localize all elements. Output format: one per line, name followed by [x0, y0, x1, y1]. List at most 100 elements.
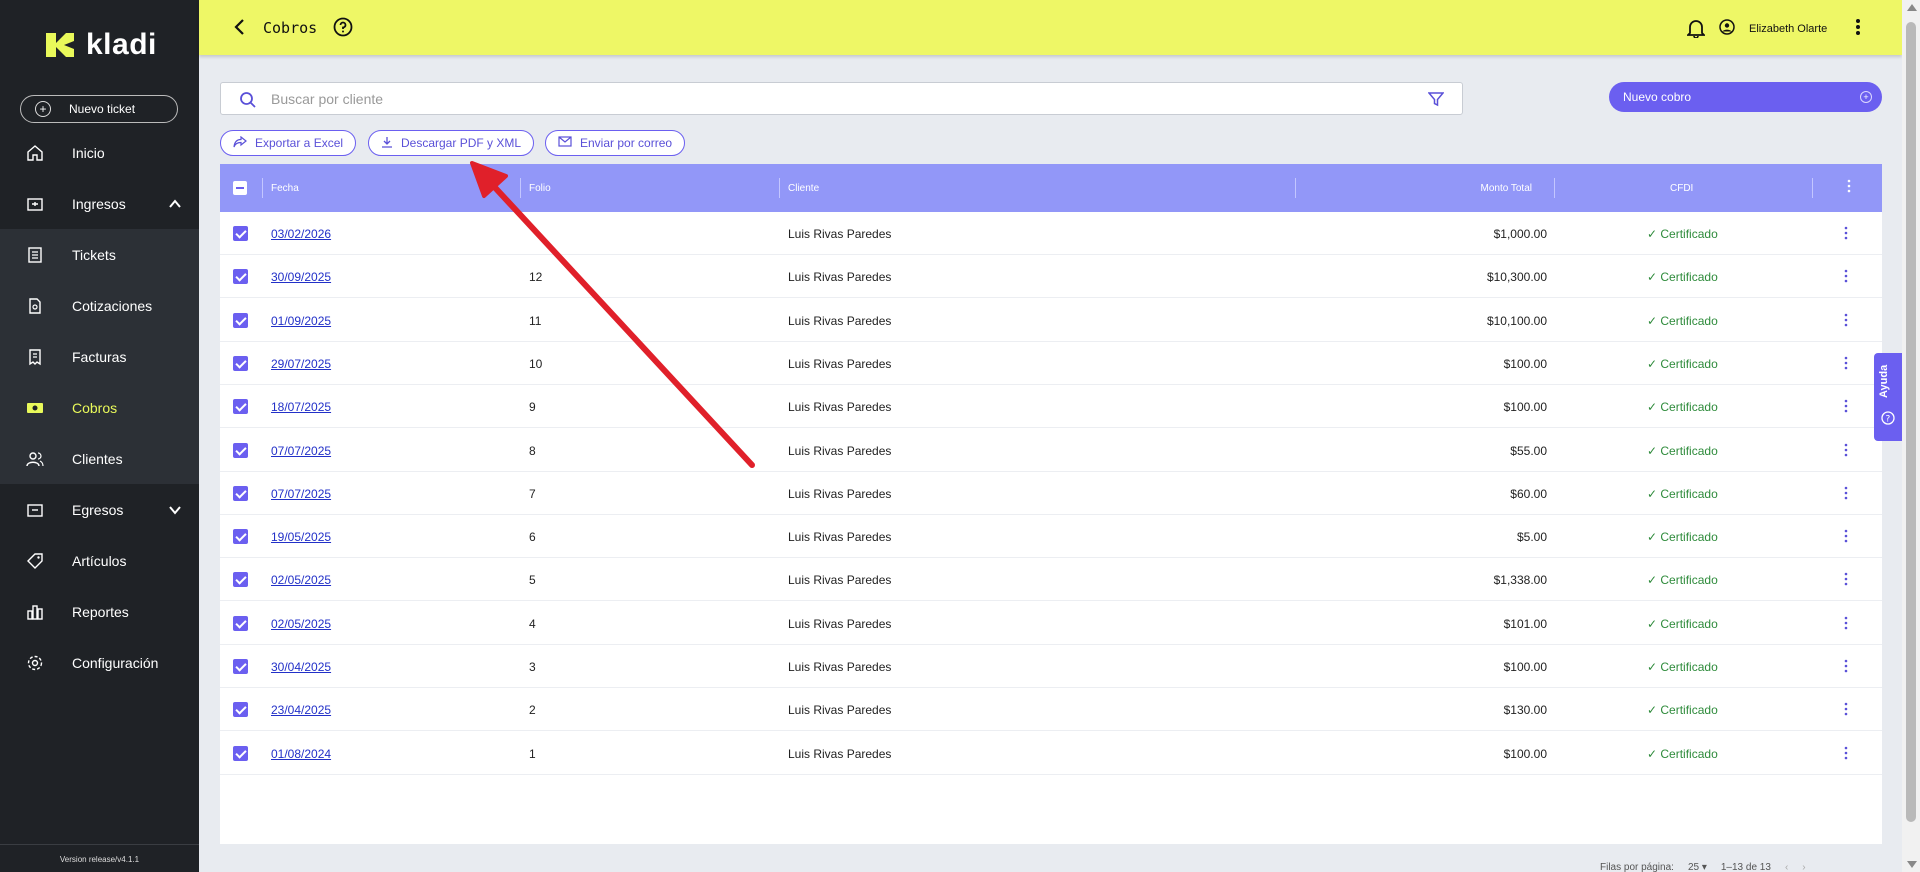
- row-fecha-link[interactable]: 01/09/2025: [271, 314, 331, 328]
- table-row[interactable]: 01/09/2025 11 Luis Rivas Paredes $10,100.00…: [220, 299, 1882, 342]
- row-checkbox[interactable]: [233, 745, 248, 761]
- table-header: Fecha Folio Cliente Monto Total CFDI: [220, 164, 1882, 212]
- previous-page-icon[interactable]: ‹: [1785, 862, 1788, 872]
- sidebar-item-inicio[interactable]: Inicio: [0, 127, 199, 178]
- sidebar-item-ingresos[interactable]: Ingresos: [0, 178, 199, 229]
- table-row[interactable]: 30/09/2025 12 Luis Rivas Paredes $10,300.00…: [220, 255, 1882, 299]
- row-checkbox[interactable]: [233, 442, 248, 458]
- rows-per-page-select[interactable]: 25 ▾: [1688, 862, 1707, 872]
- row-options-icon[interactable]: [1844, 269, 1848, 286]
- table-row[interactable]: 03/02/2026 Luis Rivas Paredes $1,000.00 ✓ C…: [220, 212, 1882, 255]
- row-fecha-link[interactable]: 19/05/2025: [271, 530, 331, 544]
- sidebar-item-reportes[interactable]: Reportes: [0, 586, 199, 637]
- row-checkbox[interactable]: [233, 312, 248, 328]
- row-options-icon[interactable]: [1844, 226, 1848, 243]
- row-checkbox[interactable]: [233, 485, 248, 501]
- sidebar-item-cotizaciones[interactable]: Cotizaciones: [0, 280, 199, 331]
- more-options-icon[interactable]: [1855, 17, 1861, 42]
- row-fecha-link[interactable]: 01/08/2024: [271, 747, 331, 761]
- row-options-icon[interactable]: [1844, 659, 1848, 676]
- row-options-icon[interactable]: [1844, 529, 1848, 546]
- back-arrow-icon[interactable]: [233, 18, 247, 41]
- new-cobro-button[interactable]: Nuevo cobro +: [1609, 82, 1882, 112]
- scroll-up-icon[interactable]: [1907, 4, 1917, 11]
- filter-icon[interactable]: [1427, 91, 1445, 112]
- row-fecha-link[interactable]: 23/04/2025: [271, 703, 331, 717]
- column-folio[interactable]: Folio: [529, 183, 551, 194]
- table-row[interactable]: 01/08/2024 1 Luis Rivas Paredes $100.00 ✓ Ce…: [220, 732, 1882, 775]
- row-options-icon[interactable]: [1844, 313, 1848, 330]
- row-options-icon[interactable]: [1844, 616, 1848, 633]
- sidebar-item-configuracion[interactable]: Configuración: [0, 637, 199, 688]
- row-checkbox[interactable]: [233, 615, 248, 631]
- check-icon: ✓: [1647, 486, 1661, 501]
- sidebar-item-cobros[interactable]: Cobros: [0, 382, 199, 433]
- row-options-icon[interactable]: [1844, 572, 1848, 589]
- row-checkbox[interactable]: [233, 572, 248, 588]
- column-fecha[interactable]: Fecha: [271, 183, 299, 194]
- sidebar-item-tickets[interactable]: Tickets: [0, 229, 199, 280]
- row-options-icon[interactable]: [1844, 486, 1848, 503]
- row-fecha-link[interactable]: 07/07/2025: [271, 487, 331, 501]
- export-excel-button[interactable]: Exportar a Excel: [220, 130, 357, 156]
- select-all-checkbox[interactable]: [233, 181, 247, 195]
- table-row[interactable]: 02/05/2025 4 Luis Rivas Paredes $101.00 ✓ Ce…: [220, 602, 1882, 645]
- page-scrollbar[interactable]: [1902, 0, 1920, 872]
- table-row[interactable]: 19/05/2025 6 Luis Rivas Paredes $5.00 ✓ Cert…: [220, 515, 1882, 559]
- row-folio: 3: [529, 660, 536, 674]
- scroll-thumb[interactable]: [1906, 22, 1916, 822]
- sidebar-item-clientes[interactable]: Clientes: [0, 433, 199, 484]
- row-fecha-link[interactable]: 02/05/2025: [271, 573, 331, 587]
- table-row[interactable]: 02/05/2025 5 Luis Rivas Paredes $1,338.00 ✓ …: [220, 558, 1882, 602]
- gear-icon: [26, 654, 44, 672]
- row-checkbox[interactable]: [233, 529, 248, 545]
- row-checkbox[interactable]: [233, 399, 248, 415]
- row-checkbox[interactable]: [233, 659, 248, 674]
- row-options-icon[interactable]: [1844, 399, 1848, 416]
- row-options-icon[interactable]: [1844, 746, 1848, 763]
- table-row[interactable]: 23/04/2025 2 Luis Rivas Paredes $130.00 ✓ Ce…: [220, 688, 1882, 732]
- table-row[interactable]: 07/07/2025 7 Luis Rivas Paredes $60.00 ✓ Cer…: [220, 472, 1882, 515]
- sidebar-item-egresos[interactable]: Egresos: [0, 484, 199, 535]
- new-ticket-button[interactable]: + Nuevo ticket: [20, 95, 178, 123]
- row-options-icon[interactable]: [1844, 702, 1848, 719]
- next-page-icon[interactable]: ›: [1802, 862, 1805, 872]
- row-fecha-link[interactable]: 18/07/2025: [271, 400, 331, 414]
- search-input[interactable]: [271, 89, 1371, 109]
- check-icon: ✓: [1647, 400, 1661, 415]
- help-tab[interactable]: Ayuda ?: [1874, 353, 1902, 441]
- column-options-icon[interactable]: [1847, 179, 1851, 196]
- row-cliente: Luis Rivas Paredes: [788, 227, 892, 241]
- column-cfdi[interactable]: CFDI: [1670, 183, 1693, 194]
- row-fecha-link[interactable]: 07/07/2025: [271, 444, 331, 458]
- sidebar-item-facturas[interactable]: Facturas: [0, 331, 199, 382]
- row-fecha-link[interactable]: 29/07/2025: [271, 357, 331, 371]
- row-checkbox[interactable]: [233, 702, 248, 718]
- user-account-icon[interactable]: [1719, 19, 1735, 40]
- row-fecha-link[interactable]: 02/05/2025: [271, 617, 331, 631]
- row-checkbox[interactable]: [233, 355, 248, 371]
- user-name[interactable]: Elizabeth Olarte: [1749, 23, 1827, 35]
- column-monto-total[interactable]: Monto Total: [1332, 183, 1532, 194]
- help-icon[interactable]: [333, 17, 353, 42]
- table-row[interactable]: 07/07/2025 8 Luis Rivas Paredes $55.00 ✓ Cer…: [220, 429, 1882, 472]
- table-row[interactable]: 30/04/2025 3 Luis Rivas Paredes $100.00 ✓ Ce…: [220, 645, 1882, 688]
- send-email-button[interactable]: Enviar por correo: [545, 130, 686, 156]
- row-fecha-link[interactable]: 30/04/2025: [271, 660, 331, 674]
- row-fecha-link[interactable]: 03/02/2026: [271, 227, 331, 241]
- sidebar-item-articulos[interactable]: Artículos: [0, 535, 199, 586]
- row-checkbox[interactable]: [233, 226, 248, 241]
- download-pdf-xml-button[interactable]: Descargar PDF y XML: [368, 130, 535, 156]
- scroll-down-icon[interactable]: [1907, 861, 1917, 868]
- row-options-icon[interactable]: [1844, 443, 1848, 460]
- row-fecha-link[interactable]: 30/09/2025: [271, 270, 331, 284]
- row-checkbox[interactable]: [233, 269, 248, 285]
- row-options-icon[interactable]: [1844, 356, 1848, 373]
- sidebar: kladi + Nuevo ticket Inicio Ingresos Tic…: [0, 0, 199, 872]
- payments-icon: [26, 399, 44, 417]
- table-row[interactable]: 18/07/2025 9 Luis Rivas Paredes $100.00 ✓ Ce…: [220, 385, 1882, 429]
- column-cliente[interactable]: Cliente: [788, 183, 819, 194]
- table-row[interactable]: 29/07/2025 10 Luis Rivas Paredes $100.00 ✓ C…: [220, 342, 1882, 385]
- logo[interactable]: kladi: [44, 28, 157, 62]
- bell-icon[interactable]: [1685, 18, 1707, 43]
